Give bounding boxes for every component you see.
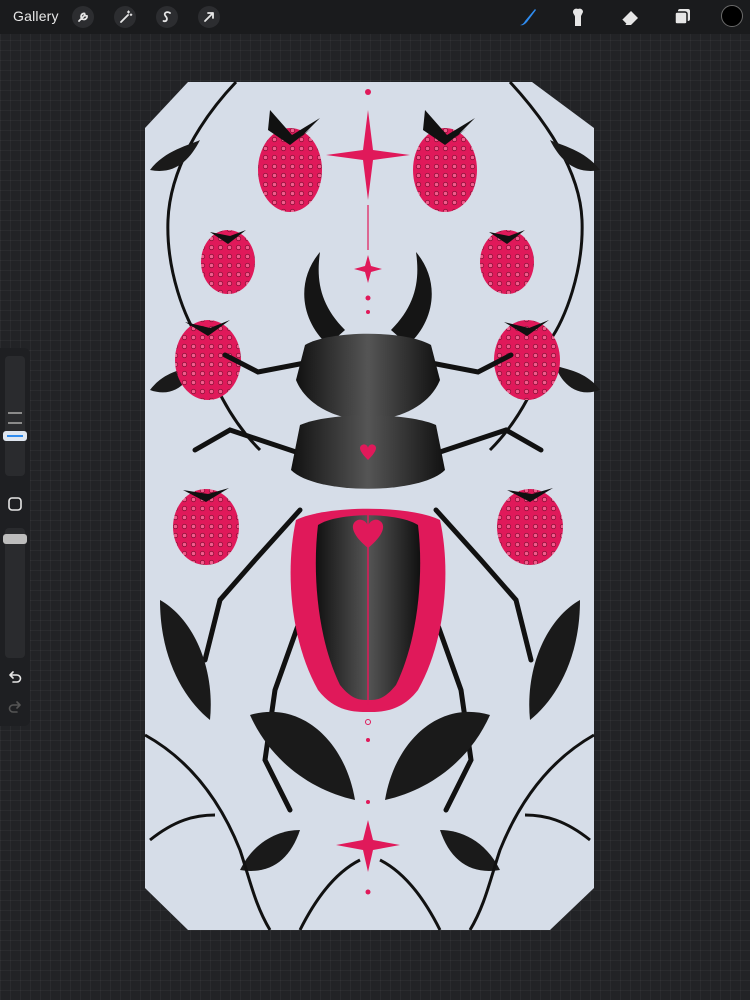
opacity-slider[interactable] (5, 528, 25, 658)
beetle-head (296, 333, 440, 420)
raspberries (173, 128, 563, 565)
paper-sheet (145, 82, 594, 930)
beetle-elytra-black (315, 515, 421, 700)
size-slider-tick (8, 422, 22, 424)
arrow-cursor-icon[interactable] (197, 5, 221, 29)
eraser-icon[interactable] (618, 5, 642, 29)
top-star-ornament (326, 89, 410, 314)
redo-arrow-icon[interactable] (6, 698, 24, 716)
raspberry-sepals (183, 110, 553, 502)
brush-size-slider[interactable] (5, 356, 25, 476)
beetle-elytra-red (290, 508, 446, 712)
heart-mark-small (360, 444, 376, 460)
bottom-vines (144, 733, 595, 931)
brush-size-thumb[interactable] (3, 431, 27, 441)
side-panel (0, 348, 30, 726)
size-slider-tick (8, 412, 22, 414)
top-leaves (150, 140, 600, 393)
bottom-leaves (160, 600, 580, 871)
magic-wand-icon[interactable] (113, 5, 137, 29)
top-vines (166, 80, 584, 452)
undo-arrow-icon[interactable] (6, 668, 24, 686)
color-picker-swatch[interactable] (721, 5, 743, 27)
layers-icon[interactable] (670, 5, 694, 29)
heart-mark-large (352, 519, 384, 548)
wrench-icon[interactable] (71, 5, 95, 29)
opacity-thumb[interactable] (3, 534, 27, 544)
beetle-legs (192, 352, 544, 813)
bottom-star-ornament (336, 719, 400, 895)
artwork-illustration (144, 80, 600, 931)
brush-icon[interactable] (516, 5, 540, 29)
modify-square-icon[interactable] (6, 495, 24, 513)
top-toolbar: Gallery (0, 0, 750, 34)
selection-s-icon[interactable] (155, 5, 179, 29)
smudge-finger-icon[interactable] (566, 5, 590, 29)
beetle-mandibles (304, 252, 432, 345)
beetle-pronotum (291, 415, 445, 489)
gallery-button[interactable]: Gallery (13, 8, 59, 24)
drawing-canvas[interactable] (0, 0, 750, 1000)
